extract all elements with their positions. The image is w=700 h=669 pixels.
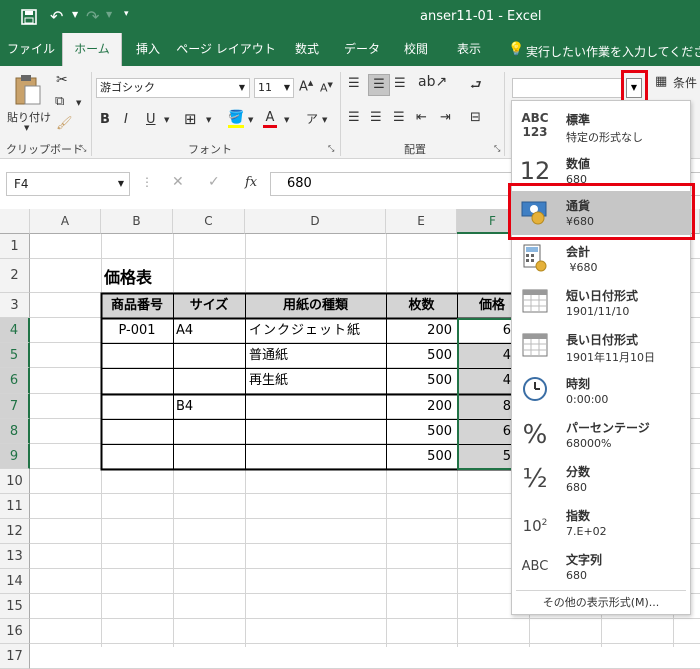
- tab-file[interactable]: ファイル: [0, 33, 62, 66]
- clipboard-launcher-icon[interactable]: ⤡: [80, 144, 86, 154]
- conditional-format-icon[interactable]: ▦: [655, 74, 667, 89]
- tab-formulas[interactable]: 数式: [284, 33, 330, 66]
- align-middle-icon[interactable]: ☰: [368, 74, 390, 96]
- phonetic-icon[interactable]: ア: [306, 110, 318, 127]
- format-scientific[interactable]: 102 指数 7.E+02: [512, 501, 690, 545]
- align-left-icon[interactable]: ☰: [348, 110, 360, 125]
- undo-dropdown-icon[interactable]: ▼: [72, 10, 78, 19]
- tab-insert[interactable]: 挿入: [126, 33, 170, 66]
- increase-indent-icon[interactable]: ⇥: [440, 110, 451, 125]
- number-format-dropdown: ABC 123 標準 特定の形式なし 12 数値 680 通貨 ¥680 会計 ¥…: [511, 100, 691, 615]
- font-color-dropdown-icon[interactable]: ▼: [284, 116, 289, 124]
- lightbulb-icon: 💡: [508, 42, 525, 57]
- fraction-icon: ½: [522, 464, 548, 494]
- font-color-icon[interactable]: A: [263, 110, 277, 128]
- phonetic-dropdown-icon[interactable]: ▼: [322, 116, 327, 124]
- borders-icon[interactable]: ⊞: [184, 110, 197, 128]
- align-top-icon[interactable]: ☰: [348, 76, 360, 91]
- percent-icon: %: [522, 420, 548, 450]
- window-title: anser11-01 - Excel: [420, 9, 542, 24]
- general-format-icon: ABC 123: [521, 111, 549, 139]
- align-right-icon[interactable]: ☰: [393, 110, 405, 125]
- enter-icon[interactable]: ✓: [208, 174, 220, 190]
- cut-icon[interactable]: ✂: [56, 72, 68, 88]
- calendar-icon: [518, 287, 552, 319]
- title-bar: ↶ ▼ ↷ ▼ ▾ anser11-01 - Excel: [0, 0, 700, 33]
- format-time[interactable]: 時刻 0:00:00: [512, 369, 690, 413]
- format-general[interactable]: ABC 123 標準 特定の形式なし: [512, 105, 690, 149]
- format-long-date[interactable]: 長い日付形式 1901年11月10日: [512, 325, 690, 369]
- formula-value: 680: [287, 176, 312, 191]
- undo-icon[interactable]: ↶: [50, 7, 70, 26]
- wrap-text-icon[interactable]: ⮐: [470, 76, 482, 98]
- clock-icon: [518, 375, 552, 407]
- alignment-launcher-icon[interactable]: ⤡: [494, 144, 500, 154]
- redo-dropdown-icon[interactable]: ▼: [106, 10, 112, 19]
- paste-icon[interactable]: [14, 74, 42, 106]
- fill-color-icon[interactable]: 🪣: [228, 110, 245, 128]
- font-name-value: 游ゴシック: [100, 81, 155, 94]
- format-short-date[interactable]: 短い日付形式 1901/11/10: [512, 281, 690, 325]
- more-number-formats-link[interactable]: その他の表示形式(M)...: [512, 594, 690, 610]
- tab-data[interactable]: データ: [338, 33, 386, 66]
- font-size-value: 11: [258, 81, 272, 94]
- tab-page-layout[interactable]: ページ レイアウト: [176, 33, 276, 66]
- customize-quick-access-icon[interactable]: ▾: [124, 9, 129, 19]
- tab-view[interactable]: 表示: [446, 33, 492, 66]
- underline-dropdown-icon[interactable]: ▼: [164, 116, 169, 124]
- dropdown-divider: [516, 590, 686, 591]
- tab-home[interactable]: ホーム: [62, 33, 122, 66]
- paste-button[interactable]: 貼り付け: [4, 109, 54, 125]
- row-header[interactable]: 17: [0, 644, 30, 669]
- format-fraction[interactable]: ½ 分数 680: [512, 457, 690, 501]
- conditional-format-button[interactable]: 条件: [673, 74, 697, 91]
- borders-dropdown-icon[interactable]: ▼: [206, 116, 211, 124]
- tab-review[interactable]: 校閲: [394, 33, 438, 66]
- save-icon[interactable]: [21, 9, 37, 25]
- number-format-combo[interactable]: [512, 78, 624, 98]
- copy-dropdown-icon[interactable]: ▼: [76, 99, 81, 107]
- align-center-icon[interactable]: ☰: [370, 110, 382, 125]
- chevron-down-icon[interactable]: ▼: [239, 79, 245, 97]
- scientific-icon: 102: [522, 517, 548, 535]
- calendar-icon: [518, 331, 552, 363]
- text-format-icon: ABC: [521, 559, 549, 574]
- redo-icon[interactable]: ↷: [86, 7, 99, 26]
- italic-button[interactable]: I: [124, 112, 128, 127]
- group-label-font: フォント: [188, 143, 232, 156]
- font-grow-icon[interactable]: A▲: [299, 79, 313, 94]
- format-accounting[interactable]: 会計 ¥680: [512, 237, 690, 281]
- bold-button[interactable]: B: [100, 112, 110, 127]
- group-label-clipboard: クリップボード: [6, 143, 83, 156]
- format-painter-icon[interactable]: 🖌: [56, 116, 73, 131]
- name-box[interactable]: F4 ▼: [6, 172, 130, 196]
- decrease-indent-icon[interactable]: ⇤: [416, 110, 427, 125]
- font-size-combo[interactable]: 11 ▼: [254, 78, 294, 98]
- name-box-value: F4: [14, 177, 29, 191]
- accounting-icon: [518, 243, 552, 275]
- chevron-down-icon[interactable]: ▼: [284, 79, 290, 97]
- chevron-down-icon[interactable]: ▼: [118, 173, 124, 195]
- fill-color-dropdown-icon[interactable]: ▼: [248, 116, 253, 124]
- align-bottom-icon[interactable]: ☰: [394, 76, 406, 91]
- underline-button[interactable]: U: [146, 112, 156, 127]
- font-launcher-icon[interactable]: ⤡: [328, 144, 334, 154]
- cancel-icon[interactable]: ✕: [172, 174, 184, 190]
- merge-center-icon[interactable]: ⊟: [470, 110, 481, 125]
- group-label-alignment: 配置: [404, 143, 426, 156]
- paste-dropdown-icon[interactable]: ▼: [24, 124, 29, 132]
- formula-bar-grip-icon[interactable]: ⋮: [141, 175, 153, 189]
- ribbon-tabs: ファイル ホーム 挿入 ページ レイアウト 数式 データ 校閲 表示 💡 実行し…: [0, 33, 700, 66]
- font-name-combo[interactable]: 游ゴシック ▼: [96, 78, 250, 98]
- font-shrink-icon[interactable]: A▼: [320, 81, 333, 95]
- currency-highlight: [508, 183, 695, 240]
- insert-function-button[interactable]: fx: [245, 175, 257, 190]
- format-percentage[interactable]: % パーセンテージ 68000%: [512, 413, 690, 457]
- format-text[interactable]: ABC 文字列 680: [512, 545, 690, 589]
- orientation-icon[interactable]: ab↗: [418, 74, 447, 90]
- tell-me-search[interactable]: 実行したい作業を入力してください: [526, 43, 700, 60]
- copy-icon[interactable]: ⧉: [55, 94, 64, 109]
